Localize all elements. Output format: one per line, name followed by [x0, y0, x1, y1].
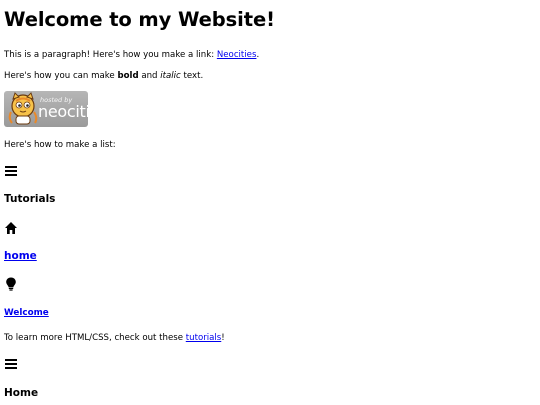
menu-icon [4, 357, 18, 371]
formatting-text: Here's how you can make [4, 71, 118, 81]
home-link[interactable]: home [4, 250, 37, 262]
neocities-cat-logo [8, 92, 38, 125]
welcome-link[interactable]: Welcome [4, 308, 49, 318]
lightbulb-icon [4, 277, 18, 291]
intro-text-end: . [256, 50, 260, 60]
tutorials-text-end: ! [221, 333, 225, 343]
tutorials-paragraph: To learn more HTML/CSS, check out these … [4, 333, 225, 343]
home-icon [4, 221, 18, 235]
menu-icon [4, 164, 18, 178]
formatting-text-middle: and [138, 71, 161, 81]
page-title: Welcome to my Website! [4, 8, 275, 31]
list-intro: Here's how to make a list: [4, 140, 116, 150]
badge-brand: neocities [38, 102, 88, 121]
tutorials-text: To learn more HTML/CSS, check out these [4, 333, 186, 343]
tutorials-link[interactable]: tutorials [186, 333, 222, 343]
bold-text: bold [117, 71, 139, 81]
intro-text: This is a paragraph! Here's how you make… [4, 50, 217, 60]
italic-text: italic [160, 71, 181, 81]
tutorials-heading: Tutorials [4, 193, 56, 205]
formatting-text-end: text. [180, 71, 204, 81]
home-heading: Home [4, 387, 39, 399]
neocities-link[interactable]: Neocities [217, 50, 257, 60]
neocities-badge[interactable]: hosted by neocities [4, 91, 88, 127]
formatting-paragraph: Here's how you can make bold and italic … [4, 71, 203, 81]
intro-paragraph: This is a paragraph! Here's how you make… [4, 50, 259, 60]
